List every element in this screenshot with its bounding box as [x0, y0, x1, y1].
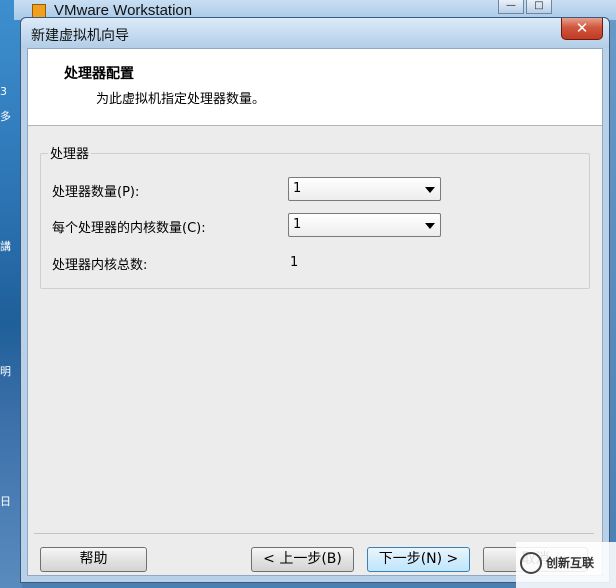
desktop-icon-fragment: 3: [0, 85, 7, 98]
desktop-background-left: 3 多 講 明 日: [0, 0, 22, 588]
button-bar-separator: [34, 533, 594, 534]
watermark-logo-icon: [520, 552, 542, 574]
chevron-down-icon: [425, 187, 435, 193]
processor-count-value: 1: [293, 181, 302, 196]
processor-count-label: 处理器数量(P):: [52, 185, 140, 200]
processor-count-select[interactable]: 1: [288, 177, 441, 201]
help-button[interactable]: 帮助: [40, 547, 147, 572]
parent-minimize-button[interactable]: —: [498, 0, 524, 14]
chevron-down-icon: [425, 223, 435, 229]
parent-maximize-button[interactable]: □: [526, 0, 552, 14]
cores-per-processor-label: 每个处理器的内核数量(C):: [52, 221, 206, 236]
back-button[interactable]: < 上一步(B): [251, 547, 354, 572]
desktop-icon-fragment: 明: [0, 365, 11, 378]
dialog-titlebar[interactable]: 新建虚拟机向导 ✕: [21, 18, 609, 48]
watermark: 创新互联: [516, 542, 616, 588]
page-subtitle: 为此虚拟机指定处理器数量。: [96, 92, 266, 107]
watermark-text: 创新互联: [546, 556, 595, 570]
desktop-icon-fragment: 日: [0, 495, 11, 508]
cores-per-processor-select[interactable]: 1: [288, 213, 441, 237]
wizard-header: 处理器配置 为此虚拟机指定处理器数量。: [28, 49, 602, 126]
close-button[interactable]: ✕: [561, 18, 603, 40]
page-title: 处理器配置: [64, 66, 134, 82]
desktop-icon-fragment: 講: [0, 240, 11, 253]
processor-group-label: 处理器: [48, 143, 92, 162]
dialog-title: 新建虚拟机向导: [31, 28, 129, 44]
total-cores-label: 处理器内核总数:: [52, 258, 148, 273]
next-button[interactable]: 下一步(N) >: [367, 547, 470, 572]
desktop-icon-fragment: 多: [0, 110, 11, 123]
new-vm-wizard-dialog: 新建虚拟机向导 ✕ 处理器配置 为此虚拟机指定处理器数量。 处理器 处理器数量(…: [20, 17, 610, 583]
dialog-body: 处理器配置 为此虚拟机指定处理器数量。 处理器 处理器数量(P): 1 每个处理…: [27, 48, 603, 576]
close-icon: ✕: [575, 19, 589, 37]
cores-per-processor-value: 1: [293, 217, 302, 232]
total-cores-value: 1: [290, 255, 299, 270]
vmware-app-icon: [32, 4, 46, 18]
